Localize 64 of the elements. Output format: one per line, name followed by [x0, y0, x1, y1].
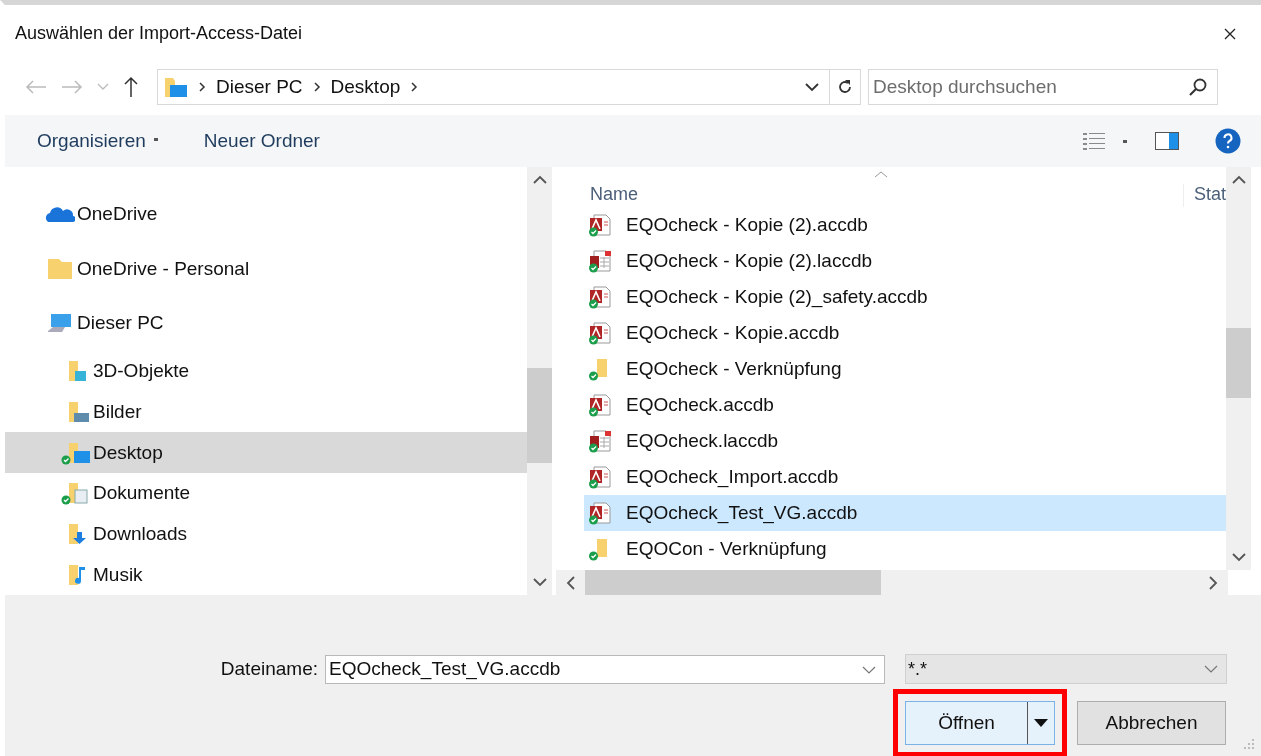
file-row[interactable]: EQOcheck.accdb	[556, 387, 1226, 423]
nav-item[interactable]: Downloads	[5, 513, 527, 555]
help-icon[interactable]	[1215, 128, 1241, 154]
file-name: EQOcheck.accdb	[626, 394, 774, 416]
file-name: EQOcheck_Test_VG.accdb	[626, 502, 858, 524]
file-type-dropdown[interactable]: *.*	[905, 654, 1227, 684]
scroll-right-icon[interactable]	[1209, 575, 1218, 590]
nav-item[interactable]: Musik	[5, 554, 527, 595]
close-icon[interactable]	[1223, 26, 1237, 41]
scrollbar-thumb[interactable]	[585, 570, 881, 595]
scroll-left-icon[interactable]	[566, 575, 575, 590]
caret-icon	[1034, 719, 1048, 727]
toolbar-button[interactable]: Neuer Ordner	[187, 124, 336, 158]
nav-item[interactable]: OneDrive	[5, 187, 527, 242]
scrollbar-thumb[interactable]	[1226, 328, 1251, 398]
field-label: Dateiname:	[219, 658, 318, 680]
file-row[interactable]: EQOcheck - Kopie (2).laccdb	[556, 243, 1226, 279]
nav-item[interactable]: Bilder	[5, 391, 527, 433]
file-row[interactable]: EQOcheck - Kopie (2).accdb	[556, 207, 1226, 243]
chevron-down-icon[interactable]	[805, 82, 819, 92]
chevron-right-icon[interactable]	[410, 81, 419, 93]
scroll-up-icon[interactable]	[1231, 175, 1246, 184]
toolbar-button[interactable]: Organisieren	[21, 124, 174, 158]
file-name: EQOCon - Verknüpfung	[626, 538, 827, 560]
file-name: EQOcheck - Kopie (2)_safety.accdb	[626, 286, 928, 308]
resize-grip-icon[interactable]	[1243, 738, 1255, 750]
nav-item[interactable]: Dieser PC	[5, 296, 527, 351]
file-row[interactable]: EQOcheck_Test_VG.accdb	[584, 495, 1226, 531]
file-row[interactable]: EQOcheck - Kopie (2)_safety.accdb	[556, 279, 1226, 315]
file-name: EQOcheck - Kopie (2).accdb	[626, 214, 868, 236]
scrollbar-thumb[interactable]	[527, 368, 552, 463]
breadcrumb[interactable]: Dieser PC	[216, 76, 303, 98]
preview-pane-icon[interactable]	[1155, 132, 1179, 150]
file-name: EQOcheck - Kopie (2).laccdb	[626, 250, 873, 272]
nav-item[interactable]: Dokumente	[5, 472, 527, 514]
nav-item[interactable]: OneDrive - Personal	[5, 241, 527, 297]
scroll-down-icon[interactable]	[1231, 553, 1246, 562]
window-title: Auswählen der Import-Access-Datei	[15, 23, 304, 44]
chevron-right-icon	[312, 81, 321, 93]
nav-item[interactable]: 3D-Objekte	[5, 350, 527, 392]
file-name: EQOcheck.laccdb	[626, 430, 779, 452]
chevron-right-icon	[198, 81, 206, 93]
file-name: EQOcheck - Kopie.accdb	[626, 322, 840, 344]
nav-item[interactable]: Desktop	[5, 432, 527, 473]
filename-field[interactable]: EQOcheck_Test_VG.accdb	[325, 654, 885, 684]
file-row[interactable]: EQOCon - Verknüpfung	[556, 531, 1226, 567]
breadcrumb[interactable]: Desktop	[330, 76, 401, 98]
chevron-down-icon	[1204, 665, 1218, 673]
file-name: EQOcheck_Import.accdb	[626, 466, 839, 488]
file-row[interactable]: EQOcheck - Kopie.accdb	[556, 315, 1226, 351]
search-field[interactable]: Desktop durchsuchen	[868, 69, 1218, 105]
file-name: EQOcheck - Verknüpfung	[626, 358, 842, 380]
cancel-button[interactable]: Abbrechen	[1077, 701, 1226, 745]
sort-caret-icon	[874, 171, 888, 178]
file-row[interactable]: EQOcheck - Verknüpfung	[556, 351, 1226, 387]
address-bar[interactable]: Dieser PC Desktop	[157, 69, 861, 105]
scroll-down-icon[interactable]	[532, 578, 547, 587]
up-arrow-icon[interactable]	[123, 76, 139, 98]
file-row[interactable]: EQOcheck.laccdb	[556, 423, 1226, 459]
search-icon	[1188, 77, 1208, 97]
folder-icon	[164, 76, 188, 98]
scroll-up-icon[interactable]	[532, 175, 547, 184]
column-header[interactable]: Name	[590, 184, 1183, 207]
file-row[interactable]: EQOcheck_Import.accdb	[556, 459, 1226, 495]
